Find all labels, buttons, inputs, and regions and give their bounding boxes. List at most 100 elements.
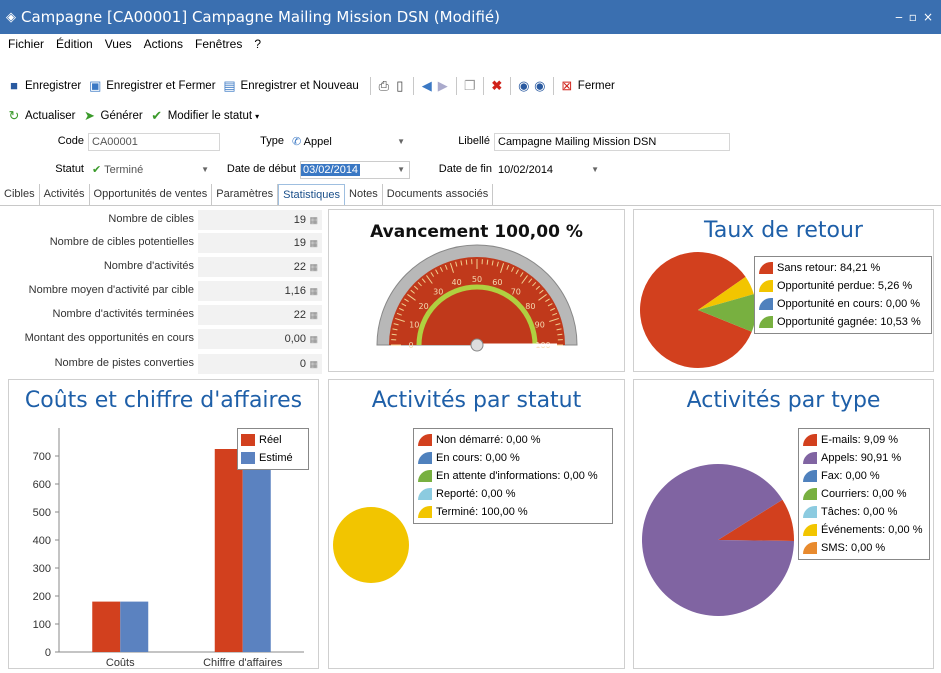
x-tick-label: Chiffre d'affaires bbox=[203, 657, 283, 669]
date-debut-field[interactable]: 03/02/2014 ▼ bbox=[300, 161, 410, 179]
calculator-icon[interactable]: ▦ bbox=[309, 281, 318, 301]
print-icon[interactable]: ⎙ bbox=[376, 78, 392, 94]
calculator-icon[interactable]: ▦ bbox=[309, 354, 318, 374]
bar-estimé bbox=[242, 449, 271, 652]
generate-icon: ➤ bbox=[84, 108, 95, 123]
costs-legend: Réel Estimé bbox=[237, 428, 309, 470]
maximize-button[interactable]: ▫ bbox=[909, 10, 917, 24]
close-window-button[interactable]: × bbox=[923, 10, 933, 24]
legend-item: Fax: 0,00 % bbox=[803, 467, 925, 485]
y-tick-label: 500 bbox=[33, 507, 51, 519]
change-status-button[interactable]: ✔ Modifier le statut ▾ bbox=[149, 108, 259, 124]
stat-label: Nombre d'activités bbox=[103, 260, 194, 272]
costs-panel: Coûts et chiffre d'affaires 0 100 200 300 40… bbox=[8, 379, 319, 669]
legend-swatch bbox=[759, 262, 773, 274]
tab-parametres[interactable]: Paramètres bbox=[212, 184, 279, 205]
code-label: Code bbox=[57, 135, 84, 147]
statut-label: Statut bbox=[55, 163, 84, 175]
tab-statistiques[interactable]: Statistiques bbox=[278, 184, 346, 205]
tab-cibles[interactable]: Cibles bbox=[0, 184, 40, 205]
chevron-down-icon: ▼ bbox=[397, 165, 405, 174]
gauge-tick-label: 70 bbox=[511, 288, 521, 297]
legend-swatch bbox=[759, 280, 773, 292]
menu-help[interactable]: ? bbox=[254, 37, 261, 51]
calculator-icon[interactable]: ▦ bbox=[309, 233, 318, 253]
toolbar-separator bbox=[482, 77, 484, 95]
legend-item: Appels: 90,91 % bbox=[803, 449, 925, 467]
calculator-icon[interactable]: ▦ bbox=[309, 257, 318, 277]
legend-swatch bbox=[803, 542, 817, 554]
save-button[interactable]: ■ Enregistrer bbox=[6, 78, 81, 94]
type-label: Type bbox=[260, 135, 284, 147]
date-fin-field[interactable]: 10/02/2014 ▼ bbox=[494, 161, 604, 179]
legend-item: En cours: 0,00 % bbox=[418, 449, 608, 467]
libelle-label: Libellé bbox=[458, 135, 490, 147]
generate-button[interactable]: ➤ Générer bbox=[82, 108, 143, 124]
x-tick-label: Coûts bbox=[106, 657, 135, 669]
tab-documents[interactable]: Documents associés bbox=[383, 184, 494, 205]
stat-value: 22 ▦ bbox=[198, 257, 322, 277]
menu-edition[interactable]: Édition bbox=[56, 37, 93, 51]
menu-bar: Fichier Édition Vues Actions Fenêtres ? bbox=[0, 34, 941, 54]
menu-fenetres[interactable]: Fenêtres bbox=[195, 37, 242, 51]
next-record-icon[interactable]: ◉ bbox=[532, 78, 548, 94]
statut-select[interactable]: ✔ Terminé ▼ bbox=[88, 161, 214, 179]
gauge-tick bbox=[465, 259, 468, 265]
delete-icon[interactable]: ✖ bbox=[489, 78, 505, 94]
calculator-icon[interactable]: ▦ bbox=[309, 305, 318, 325]
stat-row: Nombre de cibles potentielles 19 ▦ bbox=[0, 233, 322, 253]
legend-swatch bbox=[803, 452, 817, 464]
stat-row: Nombre d'activités 22 ▦ bbox=[0, 257, 322, 277]
date-debut-label: Date de début bbox=[226, 163, 296, 175]
tab-activites[interactable]: Activités bbox=[40, 184, 90, 205]
gauge-hub bbox=[470, 338, 484, 352]
y-tick-label: 700 bbox=[33, 451, 51, 463]
stat-value: 0 ▦ bbox=[198, 354, 322, 374]
stat-label: Nombre moyen d'activité par cible bbox=[28, 284, 194, 296]
legend-swatch bbox=[418, 506, 432, 518]
legend-item: En attente d'informations: 0,00 % bbox=[418, 467, 608, 485]
stat-value: 0,00 ▦ bbox=[198, 329, 322, 349]
copy-icon[interactable]: ❐ bbox=[462, 78, 478, 94]
menu-vues[interactable]: Vues bbox=[105, 37, 132, 51]
minimize-button[interactable]: ‒ bbox=[895, 10, 903, 24]
legend-swatch bbox=[241, 452, 255, 464]
legend-swatch bbox=[418, 488, 432, 500]
legend-swatch bbox=[803, 506, 817, 518]
previous-record-icon[interactable]: ◉ bbox=[516, 78, 532, 94]
arrow-left-icon[interactable]: ◀ bbox=[419, 78, 435, 94]
toolbar-separator bbox=[369, 77, 371, 95]
stat-value: 19 ▦ bbox=[198, 210, 322, 230]
gauge-tick bbox=[486, 259, 489, 265]
libelle-field[interactable]: Campagne Mailing Mission DSN bbox=[494, 133, 730, 151]
calculator-icon[interactable]: ▦ bbox=[309, 329, 318, 349]
stat-label: Nombre de pistes converties bbox=[54, 357, 194, 369]
gauge-tick-label: 10 bbox=[409, 321, 419, 330]
type-select[interactable]: ✆ Appel ▼ bbox=[288, 133, 410, 151]
tab-notes[interactable]: Notes bbox=[345, 184, 383, 205]
arrow-right-icon[interactable]: ▶ bbox=[435, 78, 451, 94]
close-button[interactable]: ⊠ Fermer bbox=[559, 78, 615, 94]
save-new-button[interactable]: ▤ Enregistrer et Nouveau bbox=[222, 78, 358, 94]
title-bar: ◈ Campagne [CA00001] Campagne Mailing Mi… bbox=[0, 0, 941, 34]
refresh-button[interactable]: ↻ Actualiser bbox=[6, 108, 76, 124]
code-field[interactable]: CA00001 bbox=[88, 133, 220, 151]
legend-item: Réel bbox=[241, 431, 305, 449]
tab-opportunites[interactable]: Opportunités de ventes bbox=[90, 184, 213, 205]
legend-swatch bbox=[759, 298, 773, 310]
save-new-icon: ▤ bbox=[223, 78, 236, 93]
save-close-button[interactable]: ▣ Enregistrer et Fermer bbox=[87, 78, 215, 94]
stat-label: Nombre d'activités terminées bbox=[52, 308, 195, 320]
bar-réel bbox=[92, 601, 121, 652]
bar-estimé bbox=[120, 601, 149, 652]
tab-bar: Cibles Activités Opportunités de ventes … bbox=[0, 184, 941, 206]
legend-swatch bbox=[418, 470, 432, 482]
print-preview-icon[interactable]: ▯ bbox=[392, 78, 408, 94]
toolbar-separator bbox=[455, 77, 457, 95]
gauge-tick-label: 50 bbox=[472, 275, 482, 284]
date-fin-label: Date de fin bbox=[438, 163, 492, 175]
toolbar-separator bbox=[412, 77, 414, 95]
menu-fichier[interactable]: Fichier bbox=[8, 37, 44, 51]
calculator-icon[interactable]: ▦ bbox=[309, 210, 318, 230]
menu-actions[interactable]: Actions bbox=[144, 37, 183, 51]
